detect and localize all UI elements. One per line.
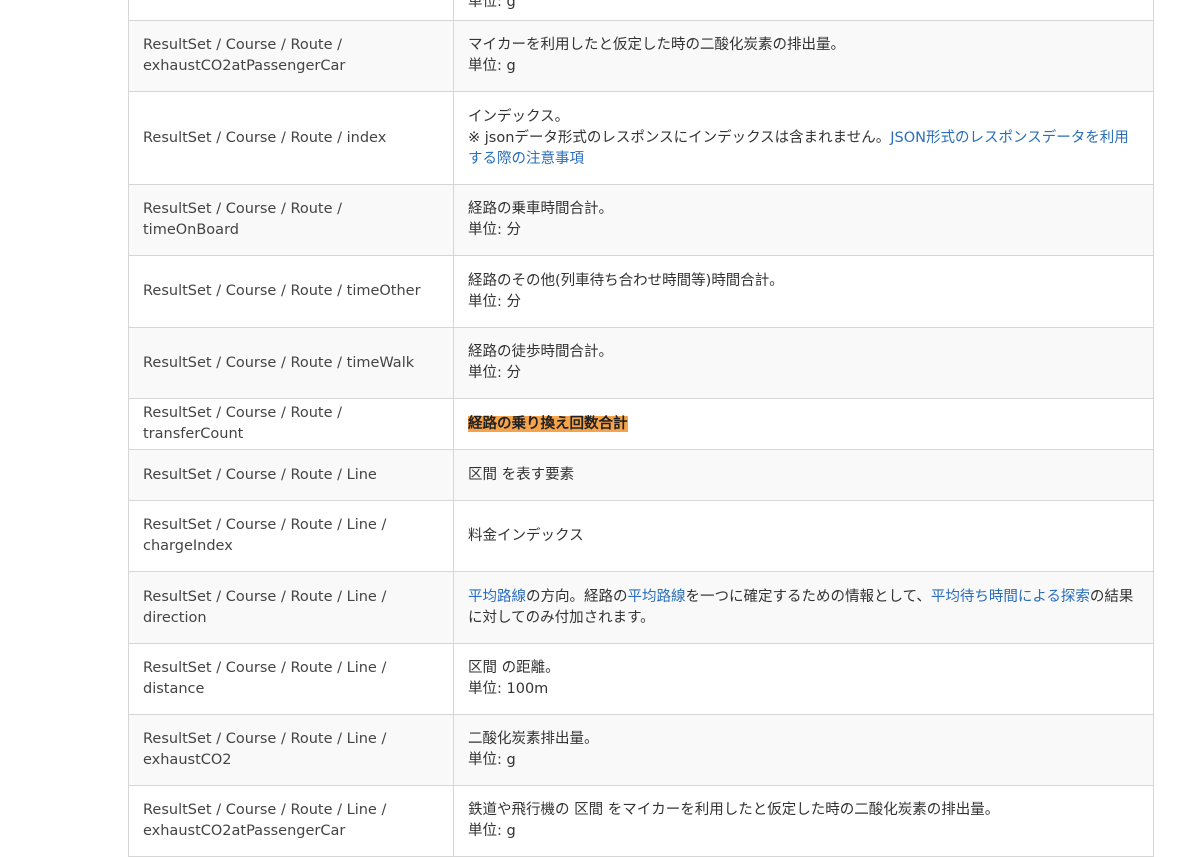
table-cell-description: 経路のその他(列車待ち合わせ時間等)時間合計。 単位: 分: [453, 255, 1154, 328]
description-line: 料金インデックス: [468, 527, 584, 544]
average-route-link[interactable]: 平均路線: [628, 589, 686, 605]
description-unit: 単位: 100m: [468, 681, 549, 697]
description-line: 単位: g: [468, 0, 516, 10]
average-wait-search-link[interactable]: 平均待ち時間による探索: [931, 589, 1090, 605]
table-cell-key: ResultSet / Course / Route / timeOnBoard: [128, 184, 454, 256]
table-cell-description: 平均路線の方向。経路の平均路線を一つに確定するための情報として、平均待ち時間によ…: [453, 571, 1154, 644]
description-unit: 単位: g: [468, 58, 516, 74]
average-route-link[interactable]: 平均路線: [468, 589, 526, 605]
table-cell-key: ResultSet / Course / Route / Line / char…: [128, 500, 454, 572]
table-cell-description: 単位: g: [453, 0, 1154, 21]
table-cell-description: 二酸化炭素排出量。 単位: g: [453, 714, 1154, 786]
description-line: 二酸化炭素排出量。: [468, 731, 599, 747]
table-cell-description: マイカーを利用したと仮定した時の二酸化炭素の排出量。 単位: g: [453, 20, 1154, 92]
description-note: ※ jsonデータ形式のレスポンスにインデックスは含まれません。: [468, 129, 891, 146]
table-row: ResultSet / Course / Route / Line 区間 を表す…: [128, 449, 1154, 501]
table-cell-description: 経路の乗車時間合計。 単位: 分: [453, 184, 1154, 256]
api-reference-table-container: 単位: g ResultSet / Course / Route / exhau…: [128, 0, 1154, 857]
table-cell-key: ResultSet / Course / Route / exhaustCO2a…: [128, 20, 454, 92]
table-cell-key: ResultSet / Course / Route / Line / dire…: [128, 571, 454, 644]
table-cell-description: 鉄道や飛行機の 区間 をマイカーを利用したと仮定した時の二酸化炭素の排出量。 単…: [453, 785, 1154, 857]
table-row: ResultSet / Course / Route / transferCou…: [128, 398, 1154, 450]
table-row: ResultSet / Course / Route / Line / dist…: [128, 643, 1154, 715]
table-row: ResultSet / Course / Route / timeOnBoard…: [128, 184, 1154, 256]
table-row: ResultSet / Course / Route / exhaustCO2a…: [128, 20, 1154, 92]
table-row: ResultSet / Course / Route / Line / exha…: [128, 785, 1154, 857]
table-row: ResultSet / Course / Route / timeWalk 経路…: [128, 327, 1154, 399]
description-line: 経路の徒歩時間合計。: [468, 344, 613, 360]
description-line: 経路の乗車時間合計。: [468, 201, 613, 217]
table-cell-key: ResultSet / Course / Route / Line / exha…: [128, 714, 454, 786]
description-unit: 単位: 分: [468, 222, 521, 238]
table-cell-key: ResultSet / Course / Route / index: [128, 91, 454, 185]
table-cell-description: 料金インデックス: [453, 500, 1154, 572]
description-line: 区間 を表す要素: [468, 466, 575, 483]
api-reference-table: 単位: g ResultSet / Course / Route / exhau…: [128, 0, 1154, 857]
highlighted-text: 経路の乗り換え回数合計: [468, 415, 628, 432]
table-cell-key: ResultSet / Course / Route / timeWalk: [128, 327, 454, 399]
description-unit: 単位: g: [468, 823, 516, 839]
table-cell-key: ResultSet / Course / Route / Line / dist…: [128, 643, 454, 715]
table-row: ResultSet / Course / Route / Line / dire…: [128, 571, 1154, 644]
description-unit: 単位: g: [468, 752, 516, 768]
table-row: ResultSet / Course / Route / Line / exha…: [128, 714, 1154, 786]
description-line: マイカーを利用したと仮定した時の二酸化炭素の排出量。: [468, 37, 845, 53]
table-row: ResultSet / Course / Route / index インデック…: [128, 91, 1154, 185]
description-text: を一つに確定するための情報として、: [685, 588, 931, 605]
table-cell-description: 経路の乗り換え回数合計: [453, 398, 1154, 450]
description-line: インデックス。: [468, 108, 570, 125]
table-cell-description: 区間 の距離。 単位: 100m: [453, 643, 1154, 715]
table-cell-key: ResultSet / Course / Route / timeOther: [128, 255, 454, 328]
table-cell-key: ResultSet / Course / Route / Line / exha…: [128, 785, 454, 857]
table-cell-key: ResultSet / Course / Route / transferCou…: [128, 398, 454, 450]
table-cell-description: 経路の徒歩時間合計。 単位: 分: [453, 327, 1154, 399]
table-cell-description: インデックス。 ※ jsonデータ形式のレスポンスにインデックスは含まれません。…: [453, 91, 1154, 185]
description-unit: 単位: 分: [468, 365, 521, 381]
description-unit: 単位: 分: [468, 293, 521, 310]
table-row: ResultSet / Course / Route / timeOther 経…: [128, 255, 1154, 328]
table-row: 単位: g: [128, 0, 1154, 21]
table-row: ResultSet / Course / Route / Line / char…: [128, 500, 1154, 572]
table-cell-description: 区間 を表す要素: [453, 449, 1154, 501]
description-line: 経路のその他(列車待ち合わせ時間等)時間合計。: [468, 272, 784, 289]
description-line: 区間 の距離。: [468, 660, 560, 676]
description-text: の方向。経路の: [526, 588, 628, 605]
table-cell-key: ResultSet / Course / Route / Line: [128, 449, 454, 501]
description-line: 鉄道や飛行機の 区間 をマイカーを利用したと仮定した時の二酸化炭素の排出量。: [468, 802, 1000, 818]
table-cell-key: [128, 0, 454, 21]
